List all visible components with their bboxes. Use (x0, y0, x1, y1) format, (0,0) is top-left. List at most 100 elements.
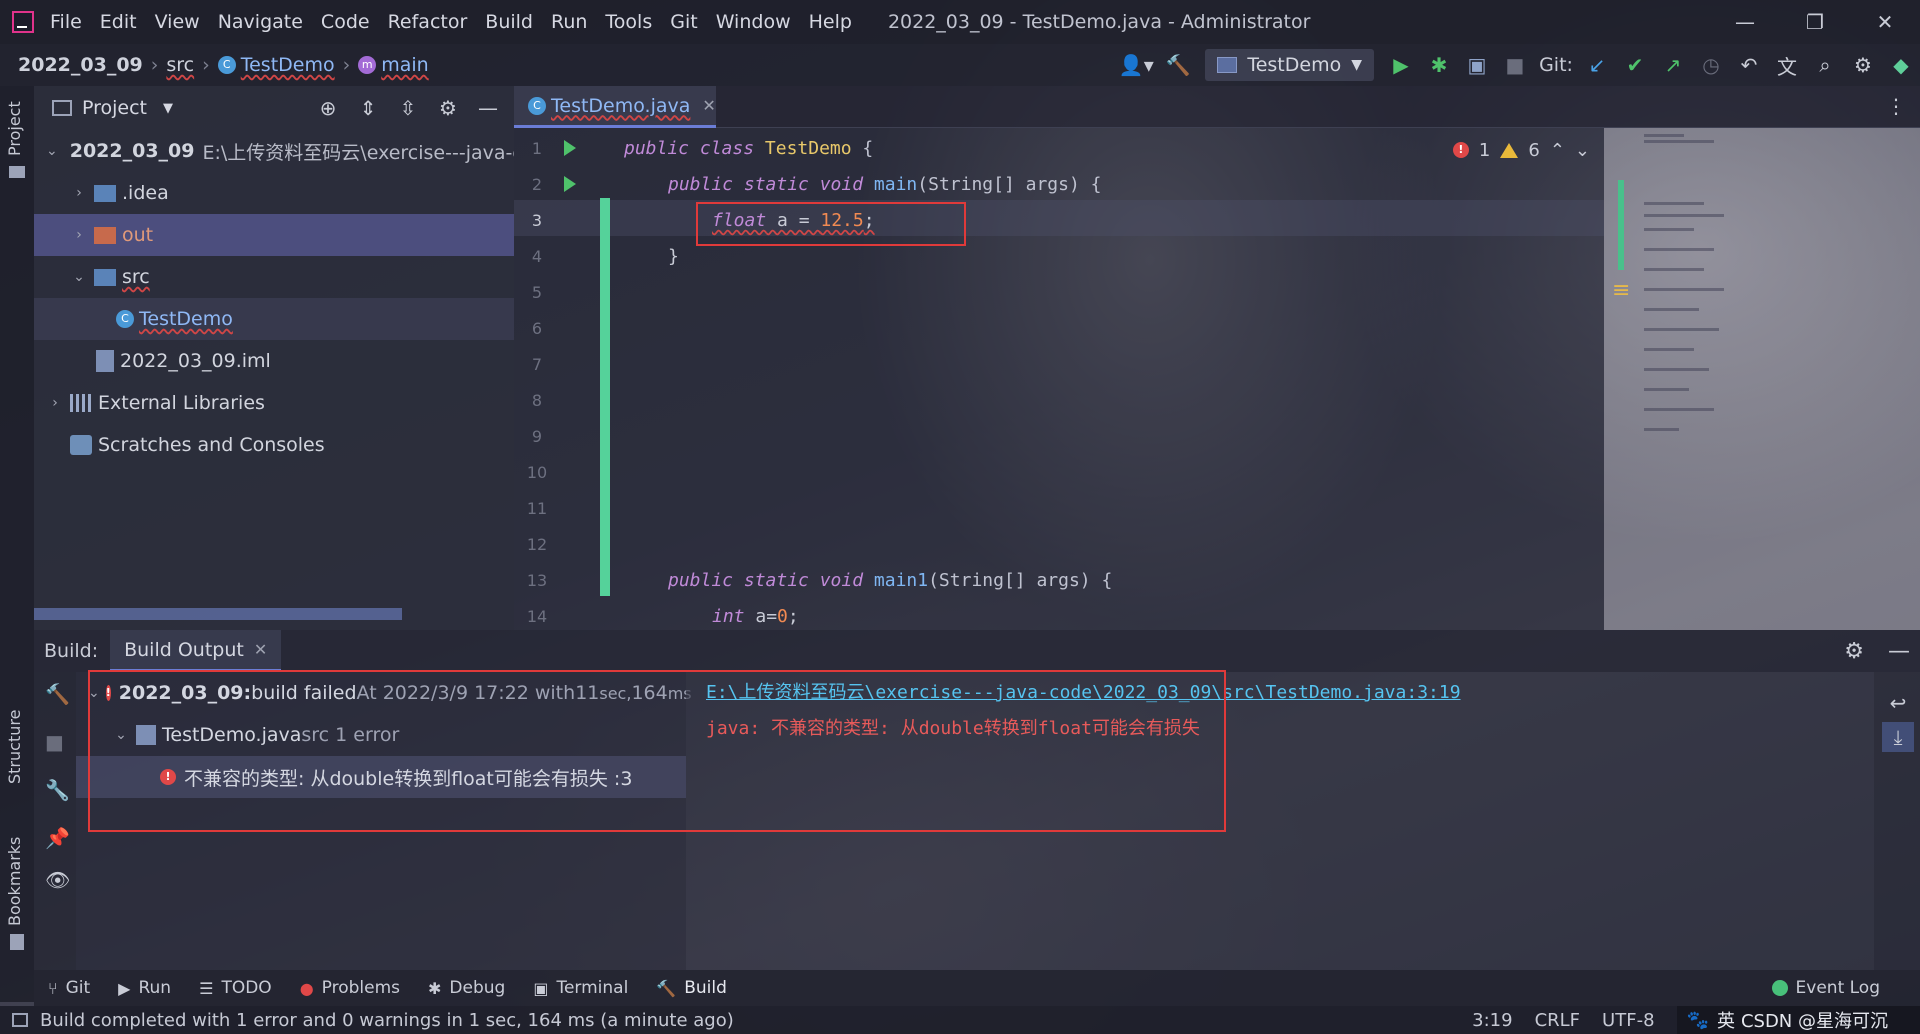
close-icon[interactable]: ✕ (702, 96, 715, 115)
tab-testdemo-java[interactable]: C TestDemo.java ✕ (514, 86, 716, 128)
git-commit-icon[interactable]: ✔ (1616, 44, 1654, 86)
breadcrumb-project[interactable]: 2022_03_09 (18, 54, 143, 76)
pin-icon[interactable]: 📌 (45, 826, 70, 850)
menu-view[interactable]: View (155, 11, 200, 33)
file-encoding[interactable]: UTF-8 (1602, 1010, 1654, 1031)
tool-windows-toggle-icon[interactable] (12, 1013, 28, 1027)
close-button[interactable]: ✕ (1850, 0, 1920, 44)
breadcrumb-method[interactable]: main (381, 54, 428, 76)
build-panel-header: Build: Build Output ✕ ⚙ — (34, 630, 1920, 672)
line-number: 13 (526, 571, 548, 590)
search-icon[interactable]: ⌕ (1806, 44, 1844, 86)
tree-item-src[interactable]: ⌄ src (34, 256, 514, 298)
hide-panel-icon[interactable]: — (468, 96, 508, 120)
git-update-icon[interactable]: ↙ (1578, 44, 1616, 86)
close-icon[interactable]: ✕ (254, 640, 267, 659)
menu-build[interactable]: Build (485, 11, 533, 33)
git-icon: ⑂ (48, 978, 58, 998)
scratches-icon (70, 435, 92, 455)
breadcrumb-class[interactable]: TestDemo (241, 54, 335, 76)
tool-terminal[interactable]: ▣ Terminal (533, 978, 628, 998)
menu-code[interactable]: Code (321, 11, 370, 33)
tab-build-output[interactable]: Build Output ✕ (110, 630, 282, 672)
collapse-all-icon[interactable]: ⇳ (388, 96, 428, 120)
coverage-icon[interactable]: ▣ (1458, 44, 1496, 86)
minimize-button[interactable]: — (1710, 0, 1780, 44)
more-tabs-icon[interactable]: ⋮ (1886, 94, 1906, 118)
run-main-icon[interactable] (564, 176, 576, 192)
tool-problems[interactable]: ● Problems (300, 978, 400, 998)
scroll-to-end-icon[interactable]: ⤓ (1882, 722, 1914, 752)
run-configuration-select[interactable]: TestDemo ▼ (1205, 49, 1374, 81)
tree-item-label: Scratches and Consoles (98, 434, 325, 456)
run-class-icon[interactable] (564, 140, 576, 156)
menu-help[interactable]: Help (809, 11, 852, 33)
code-minimap[interactable]: ≡ (1604, 128, 1920, 630)
soft-wrap-icon[interactable]: ↩ (1882, 688, 1914, 718)
chevron-down-icon[interactable]: ▼ (163, 101, 173, 116)
git-push-icon[interactable]: ↗ (1654, 44, 1692, 86)
tree-item-testdemo[interactable]: C TestDemo (34, 298, 514, 340)
tool-todo[interactable]: ☰ TODO (199, 978, 272, 998)
menu-window[interactable]: Window (716, 11, 791, 33)
rollback-icon[interactable]: ↶ (1730, 44, 1768, 86)
gear-icon[interactable]: ⚙ (1844, 639, 1864, 664)
stop-icon[interactable]: ■ (45, 730, 64, 754)
horizontal-scrollbar[interactable] (34, 608, 402, 620)
plugin-icon[interactable]: ◆ (1882, 44, 1920, 86)
debug-icon[interactable]: ✱ (1420, 44, 1458, 86)
tree-item-external-libraries[interactable]: › External Libraries (34, 382, 514, 424)
menu-refactor[interactable]: Refactor (388, 11, 468, 33)
line-separator[interactable]: CRLF (1535, 1010, 1580, 1031)
menu-tools[interactable]: Tools (605, 11, 652, 33)
tool-build[interactable]: 🔨 Build (656, 978, 727, 998)
side-tab-project[interactable]: Project (5, 101, 24, 156)
gear-icon[interactable]: ⚙ (428, 96, 468, 120)
user-icon[interactable]: 👤▾ (1113, 44, 1159, 86)
menu-lines-icon: ≡ (1612, 278, 1631, 303)
tool-run[interactable]: ▶ Run (118, 978, 171, 998)
stop-icon[interactable]: ■ (1496, 44, 1534, 86)
hammer-icon[interactable]: 🔨 (1159, 44, 1197, 86)
wrench-icon[interactable]: 🔧 (45, 778, 70, 802)
code-editor[interactable]: 1 2 3 4 5 6 7 8 9 10 11 12 13 14 public … (514, 128, 1604, 630)
build-panel-actions: ⚙ — (1844, 630, 1910, 672)
breadcrumb-separator-icon: › (342, 54, 351, 76)
breadcrumb-folder[interactable]: src (166, 54, 194, 76)
tree-item-iml[interactable]: 2022_03_09.iml (34, 340, 514, 382)
tree-item-idea[interactable]: › .idea (34, 172, 514, 214)
eye-icon[interactable]: 👁 (45, 868, 70, 892)
menu-navigate[interactable]: Navigate (218, 11, 303, 33)
menu-file[interactable]: File (50, 11, 82, 33)
tree-item-scratches[interactable]: Scratches and Consoles (34, 424, 514, 466)
tool-debug[interactable]: ✱ Debug (428, 978, 505, 998)
tree-item-label: out (122, 224, 154, 246)
menu-run[interactable]: Run (551, 11, 587, 33)
tree-item-project-root[interactable]: ⌄ 2022_03_09 E:\上传资料至码云\exercise---java-… (34, 130, 514, 172)
inspection-widget[interactable]: ! 1 6 ⌃ ⌄ (1452, 128, 1604, 172)
locate-icon[interactable]: ⊕ (308, 96, 348, 120)
menu-git[interactable]: Git (670, 11, 697, 33)
tree-item-out[interactable]: › out (34, 214, 514, 256)
event-log-button[interactable]: Event Log (1771, 970, 1880, 1006)
project-panel-tools: ⊕ ⇕ ⇳ ⚙ — (308, 86, 508, 130)
history-icon[interactable]: ◷ (1692, 44, 1730, 86)
chevron-up-icon[interactable]: ⌃ (1550, 140, 1565, 161)
settings-icon[interactable]: ⚙ (1844, 44, 1882, 86)
expand-all-icon[interactable]: ⇕ (348, 96, 388, 120)
caret-position[interactable]: 3:19 (1472, 1010, 1512, 1031)
project-panel-title[interactable]: Project (82, 97, 147, 119)
class-icon: C (528, 96, 546, 115)
class-icon: C (116, 310, 134, 328)
side-tab-structure[interactable]: Structure (5, 710, 24, 784)
hammer-icon[interactable]: 🔨 (45, 682, 70, 706)
translate-icon[interactable]: 文 (1768, 44, 1806, 86)
run-config-icon (1217, 57, 1238, 73)
side-tab-bookmarks[interactable]: Bookmarks (5, 837, 24, 926)
menu-edit[interactable]: Edit (100, 11, 137, 33)
restore-button[interactable]: ❐ (1780, 0, 1850, 44)
chevron-down-icon[interactable]: ⌄ (1575, 140, 1590, 161)
hide-panel-icon[interactable]: — (1888, 639, 1910, 664)
tool-git[interactable]: ⑂ Git (48, 978, 90, 998)
run-icon[interactable]: ▶ (1382, 44, 1420, 86)
